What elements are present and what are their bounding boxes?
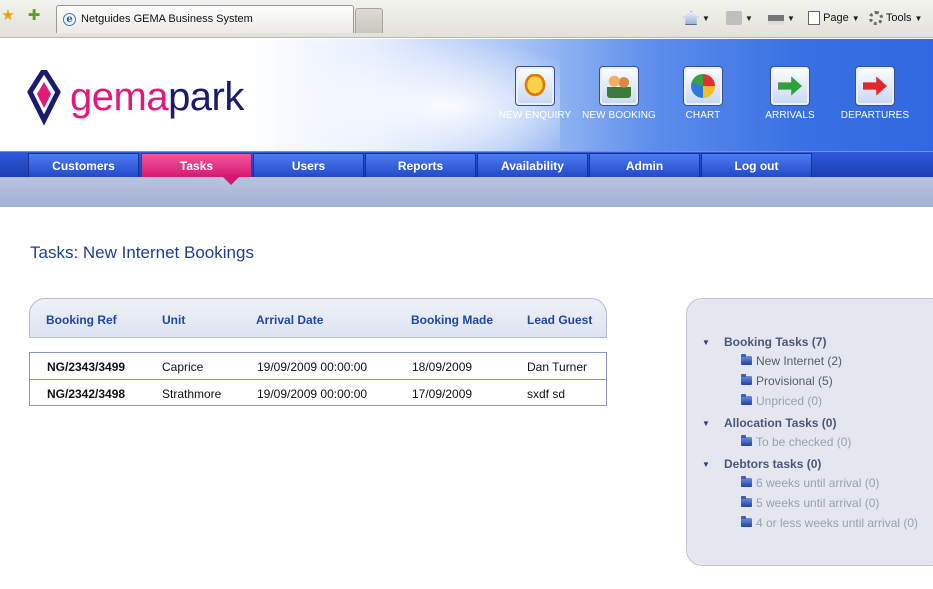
section-allocation-tasks[interactable]: Allocation Tasks (0): [724, 416, 836, 430]
column-header-booking-ref[interactable]: Booking Ref: [46, 313, 117, 327]
sidebar-item-5-weeks[interactable]: 5 weeks until arrival (0): [741, 496, 879, 510]
lead-guest-cell: Dan Turner: [527, 360, 588, 374]
tools-menu[interactable]: Tools ▼: [869, 9, 922, 27]
new-booking-button[interactable]: NEW BOOKING: [574, 66, 664, 126]
page-title: Tasks: New Internet Bookings: [30, 243, 254, 262]
departures-button[interactable]: DEPARTURES: [830, 66, 920, 126]
arrow-in-icon: [778, 76, 802, 96]
chart-icon: [691, 74, 715, 98]
sidebar-item-to-be-checked[interactable]: To be checked (0): [741, 435, 851, 449]
add-favorites-icon[interactable]: ✚: [26, 8, 42, 24]
new-enquiry-label: NEW ENQUIRY: [498, 110, 572, 121]
sidebar-item-label: 5 weeks until arrival (0): [756, 496, 880, 510]
tools-menu-label: Tools: [885, 12, 912, 24]
section-debtors-tasks[interactable]: Debtors tasks (0): [724, 457, 821, 471]
nav-users[interactable]: Users: [253, 153, 364, 178]
sidebar-item-unpriced[interactable]: Unpriced (0): [741, 394, 822, 408]
departures-label: DEPARTURES: [840, 110, 910, 121]
folder-icon: [741, 476, 752, 487]
gemapark-logo-text[interactable]: gemapark: [70, 75, 244, 120]
booking-ref-cell[interactable]: NG/2343/3499: [47, 360, 125, 374]
column-header-booking-made[interactable]: Booking Made: [411, 313, 493, 327]
sidebar-item-label: 4 or less weeks until arrival (0): [756, 516, 919, 530]
unit-cell: Strathmore: [162, 387, 222, 401]
chart-button[interactable]: CHART: [658, 66, 748, 126]
active-tab-pointer: [221, 175, 241, 185]
browser-tab[interactable]: e Netguides GEMA Business System: [56, 5, 354, 33]
chart-label: CHART: [685, 110, 721, 121]
sidebar-item-label: To be checked (0): [756, 435, 852, 449]
folder-icon: [741, 374, 752, 385]
table-row[interactable]: NG/2342/3498 Strathmore 19/09/2009 00:00…: [30, 379, 606, 405]
browser-tab-title: Netguides GEMA Business System: [81, 13, 253, 25]
browser-toolbar: ★ ✚ e Netguides GEMA Business System ▼ ▼…: [0, 0, 933, 38]
sidebar-item-label: Provisional (5): [756, 374, 833, 388]
arrival-date-cell: 19/09/2009 00:00:00: [257, 387, 368, 401]
column-header-unit[interactable]: Unit: [162, 313, 185, 327]
sidebar-item-6-weeks[interactable]: 6 weeks until arrival (0): [741, 476, 879, 490]
page-menu-label: Page: [823, 12, 849, 24]
rss-icon: [726, 11, 742, 26]
sidebar-item-4-or-less-weeks[interactable]: 4 or less weeks until arrival (0): [741, 516, 918, 530]
expand-triangle-icon[interactable]: ▼: [702, 419, 710, 428]
new-enquiry-button[interactable]: NEW ENQUIRY: [490, 66, 580, 126]
nav-availability[interactable]: Availability: [477, 153, 588, 178]
logo-part-park: park: [168, 75, 244, 119]
sidebar-item-provisional[interactable]: Provisional (5): [741, 374, 833, 388]
sidebar-item-label: 6 weeks until arrival (0): [756, 476, 880, 490]
expand-triangle-icon[interactable]: ▼: [702, 338, 710, 347]
main-nav: Customers Tasks Users Reports Availabili…: [0, 151, 933, 178]
arrow-out-icon: [863, 76, 887, 96]
gear-icon: [869, 11, 883, 26]
expand-triangle-icon[interactable]: ▼: [702, 460, 710, 469]
bookings-table: NG/2343/3499 Caprice 19/09/2009 00:00:00…: [29, 352, 607, 406]
printer-icon: [768, 11, 784, 26]
sidebar-item-new-internet[interactable]: New Internet (2): [741, 354, 842, 368]
arrival-date-cell: 19/09/2009 00:00:00: [257, 360, 368, 374]
print-button[interactable]: ▼: [768, 9, 795, 27]
booking-ref-cell[interactable]: NG/2342/3498: [47, 387, 125, 401]
page-icon: [808, 11, 820, 26]
tasks-sidebar: ▼ Booking Tasks (7) New Internet (2) Pro…: [686, 298, 933, 566]
arrivals-label: ARRIVALS: [765, 110, 815, 121]
column-header-lead-guest[interactable]: Lead Guest: [527, 313, 592, 327]
page-menu[interactable]: Page ▼: [808, 9, 860, 27]
home-button[interactable]: ▼: [683, 9, 710, 27]
home-icon: [683, 11, 699, 26]
nav-customers[interactable]: Customers: [28, 153, 139, 178]
column-header-arrival-date[interactable]: Arrival Date: [256, 313, 323, 327]
nav-reports[interactable]: Reports: [365, 153, 476, 178]
sub-nav-bar: [0, 177, 933, 207]
sidebar-item-label: Unpriced (0): [756, 394, 823, 408]
favorites-star-icon[interactable]: ★: [0, 8, 16, 24]
table-header: Booking Ref Unit Arrival Date Booking Ma…: [29, 298, 607, 338]
folder-icon: [741, 435, 752, 446]
feeds-button[interactable]: ▼: [726, 9, 753, 27]
site-header: gemapark NEW ENQUIRY NEW BOOKING CHART A…: [0, 39, 933, 151]
unit-cell: Caprice: [162, 360, 204, 374]
lead-guest-cell: sxdf sd: [527, 387, 566, 401]
new-booking-label: NEW BOOKING: [582, 110, 656, 121]
folder-icon: [741, 354, 752, 365]
section-booking-tasks[interactable]: Booking Tasks (7): [724, 335, 826, 349]
folder-icon: [741, 496, 752, 507]
nav-admin[interactable]: Admin: [589, 153, 700, 178]
nav-logout[interactable]: Log out: [701, 153, 812, 178]
new-tab-button[interactable]: [355, 8, 383, 33]
table-row[interactable]: NG/2343/3499 Caprice 19/09/2009 00:00:00…: [30, 353, 606, 379]
speech-bubble-icon: [523, 74, 547, 98]
folder-icon: [741, 394, 752, 405]
sidebar-item-label: New Internet (2): [756, 354, 843, 368]
people-icon: [607, 74, 631, 98]
gemapark-logo-icon: [27, 70, 61, 126]
arrivals-button[interactable]: ARRIVALS: [745, 66, 835, 126]
folder-icon: [741, 516, 752, 527]
booking-made-cell: 18/09/2009: [412, 360, 473, 374]
booking-made-cell: 17/09/2009: [412, 387, 473, 401]
ie-page-icon: e: [63, 13, 76, 26]
logo-part-gema: gema: [70, 75, 169, 119]
